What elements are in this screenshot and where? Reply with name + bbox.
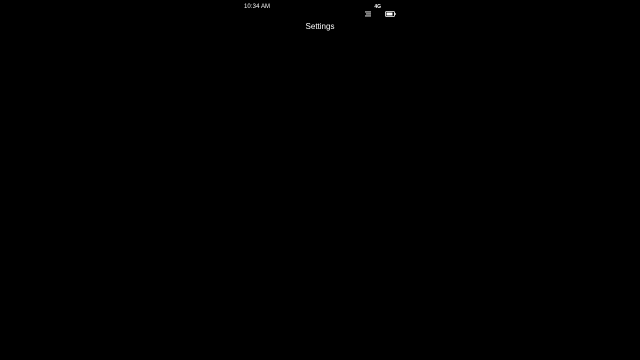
status-indicators: 4G	[365, 3, 396, 17]
network-type-label: 4G	[374, 4, 381, 10]
screen: 10:34 AM 4G Settings	[0, 0, 640, 360]
status-time: 10:34 AM	[244, 4, 271, 10]
phone-display: 10:34 AM 4G Settings	[240, 0, 400, 360]
page-title: Settings	[305, 22, 335, 31]
status-bar: 10:34 AM 4G	[240, 0, 400, 17]
signal-bars-icon	[365, 4, 372, 17]
battery-icon	[385, 4, 396, 17]
settings-content-area	[240, 40, 400, 360]
title-bar: Settings	[240, 18, 400, 36]
